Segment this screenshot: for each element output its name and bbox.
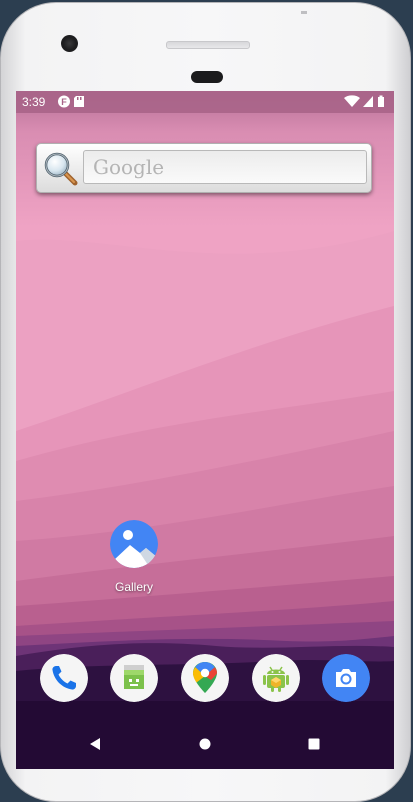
- speaker-grille: [166, 41, 250, 49]
- messaging-icon[interactable]: [110, 654, 158, 702]
- status-left-icons: F: [58, 95, 94, 111]
- front-camera-icon: [61, 35, 78, 52]
- status-right-icons: [344, 95, 386, 111]
- gallery-label: Gallery: [114, 580, 153, 594]
- phone-frame: 3:39 F Google Gallery: [0, 0, 413, 802]
- power-button-edge: [301, 11, 307, 14]
- phone-icon[interactable]: [40, 654, 88, 702]
- home-icon[interactable]: [192, 731, 218, 757]
- cell-signal-icon: [363, 96, 373, 107]
- status-time: 3:39: [22, 95, 46, 109]
- maps-icon[interactable]: [181, 654, 229, 702]
- gallery-app[interactable]: Gallery: [94, 520, 174, 594]
- earpiece-speaker: [191, 71, 223, 83]
- battery-icon: [378, 95, 384, 107]
- gallery-icon[interactable]: [110, 520, 158, 568]
- home-screen: 3:39 F Google Gallery: [16, 91, 394, 769]
- recents-icon[interactable]: [301, 731, 327, 757]
- search-input[interactable]: Google: [83, 150, 367, 184]
- notification-icon: F: [58, 95, 70, 108]
- google-search-widget[interactable]: Google: [36, 143, 372, 193]
- svg-text:F: F: [61, 97, 67, 107]
- camera-icon[interactable]: [322, 654, 370, 702]
- android-icon[interactable]: [252, 654, 300, 702]
- navigation-bar: [16, 719, 394, 769]
- wifi-icon: [344, 95, 360, 107]
- back-icon[interactable]: [82, 731, 108, 757]
- status-bar: 3:39 F: [16, 91, 394, 113]
- magnifier-icon[interactable]: [43, 151, 79, 187]
- sd-card-icon: [74, 96, 84, 107]
